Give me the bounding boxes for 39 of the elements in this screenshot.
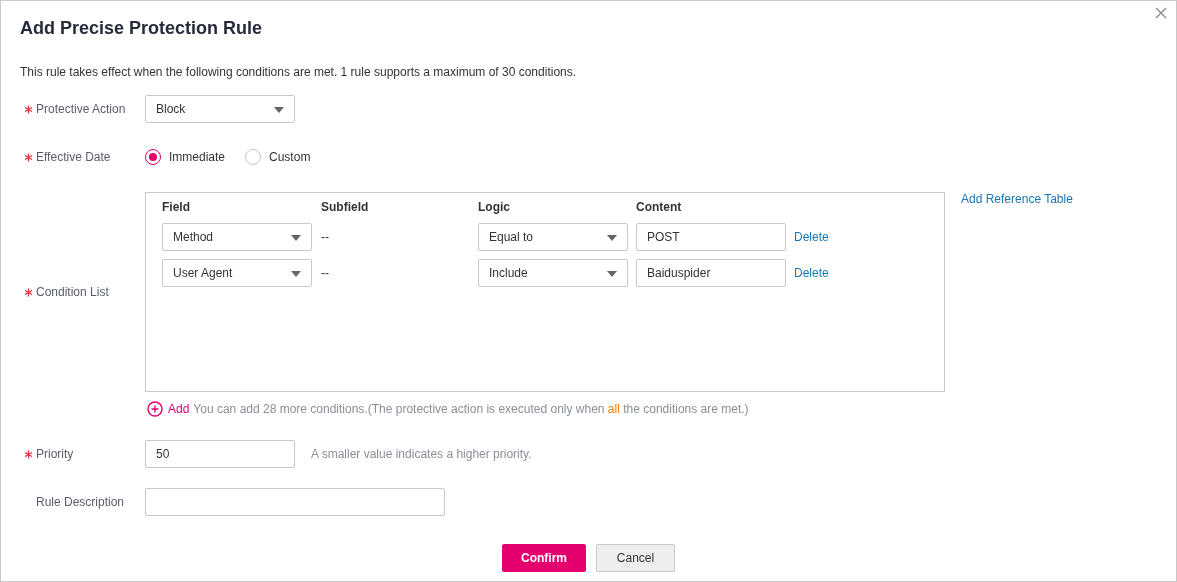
- field-label: Condition List: [36, 285, 109, 299]
- dropdown[interactable]: Block: [145, 95, 295, 123]
- caret-icon: [607, 235, 617, 241]
- delete-link[interactable]: Delete: [794, 266, 829, 280]
- field-label: Protective Action: [36, 102, 126, 116]
- dialog-title: Add Precise Protection Rule: [20, 18, 263, 38]
- add-condition-link[interactable]: Add: [168, 402, 190, 416]
- column-header: Logic: [478, 199, 511, 215]
- dropdown[interactable]: Equal to: [478, 223, 628, 251]
- radio-option[interactable]: Custom: [245, 149, 311, 165]
- radio-option[interactable]: Immediate: [145, 149, 226, 165]
- delete-link[interactable]: Delete: [794, 230, 829, 244]
- confirm-button[interactable]: Confirm: [502, 544, 586, 572]
- column-header: Subfield: [321, 199, 370, 215]
- caret-icon: [607, 271, 617, 277]
- content-field[interactable]: POST: [636, 223, 786, 251]
- caret-icon: [291, 271, 301, 277]
- add-circle-icon[interactable]: [147, 401, 163, 417]
- priority-hint: A smaller value indicates a higher priority.: [311, 447, 532, 461]
- priority-field[interactable]: 50: [145, 440, 295, 468]
- caret-icon: [291, 235, 301, 241]
- add-condition-hint: You can add 28 more conditions.(The protective action is executed only when all the conditions are met.): [193, 402, 749, 416]
- dropdown[interactable]: Include: [478, 259, 628, 287]
- dialog-description: This rule takes effect when the following conditions are met. 1 rule supports a maximum of 30 conditions.: [20, 64, 577, 80]
- add-reference-table-link[interactable]: Add Reference Table: [961, 192, 1073, 206]
- cancel-button[interactable]: Cancel: [596, 544, 675, 572]
- dropdown[interactable]: Method: [162, 223, 312, 251]
- description-field[interactable]: [145, 488, 445, 516]
- close-icon[interactable]: [1155, 7, 1167, 19]
- caret-icon: [274, 107, 284, 113]
- field-label: Priority: [36, 447, 74, 461]
- subfield-cell-text: --: [321, 229, 330, 246]
- column-header: Field: [162, 199, 191, 215]
- content-field[interactable]: Baiduspider: [636, 259, 786, 287]
- subfield-cell-text: --: [321, 265, 330, 282]
- field-label: Rule Description: [36, 495, 125, 509]
- dropdown[interactable]: User Agent: [162, 259, 312, 287]
- column-header: Content: [636, 199, 683, 215]
- field-label: Effective Date: [36, 150, 111, 164]
